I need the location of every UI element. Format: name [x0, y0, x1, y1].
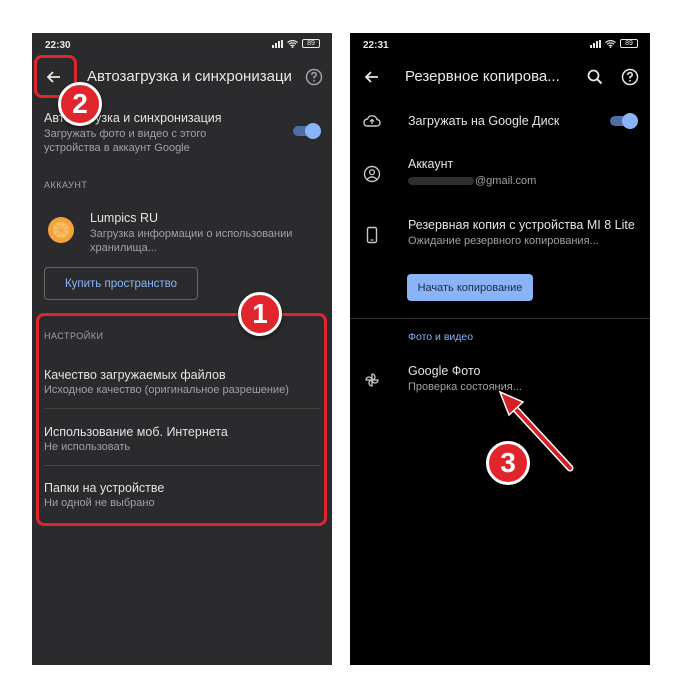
device-backup-status: Ожидание резервного копирования...: [408, 235, 599, 247]
account-storage-line1: Загрузка информации о использовании: [90, 228, 293, 240]
sync-toggle[interactable]: [293, 123, 321, 139]
phone-icon: [362, 225, 382, 245]
divider: [350, 318, 650, 319]
page-title: Резервное копирова...: [405, 68, 560, 85]
battery-indicator: 89: [302, 39, 320, 48]
right-phone-screen: 22:31 89 Резервное копирова... Загружать…: [350, 33, 650, 665]
start-backup-button[interactable]: Начать копирование: [407, 274, 533, 301]
account-circle-icon: [362, 164, 382, 184]
account-email: @gmail.com: [475, 175, 537, 187]
status-bar: 22:31 89: [350, 33, 650, 55]
account-avatar: [48, 217, 74, 243]
buy-storage-button[interactable]: Купить пространство: [44, 267, 198, 300]
drive-upload-toggle[interactable]: [610, 113, 638, 129]
step-badge-2: 2: [58, 82, 102, 126]
status-time: 22:31: [363, 40, 389, 51]
back-arrow-icon[interactable]: [362, 67, 382, 87]
pinwheel-icon: [362, 370, 382, 390]
wifi-icon: [605, 39, 616, 48]
signal-icon: [272, 39, 283, 48]
device-backup-title: Резервная копия с устройства MI 8 Lite: [408, 218, 635, 232]
sync-subtitle-line2: устройства в аккаунт Google: [44, 142, 190, 154]
account-name: Lumpics RU: [90, 211, 159, 225]
search-icon[interactable]: [585, 67, 605, 87]
signal-icon: [590, 39, 601, 48]
page-title: Автозагрузка и синхронизация: [87, 68, 292, 85]
google-photos-title: Google Фото: [408, 364, 481, 378]
battery-indicator: 89: [620, 39, 638, 48]
settings-highlight: [36, 313, 327, 526]
step-badge-3: 3: [486, 441, 530, 485]
google-photos-status: Проверка состояния...: [408, 381, 522, 393]
cloud-upload-icon: [362, 111, 382, 131]
drive-upload-label: Загружать на Google Диск: [408, 114, 560, 128]
photos-section-header: Фото и видео: [408, 331, 474, 343]
help-icon[interactable]: [620, 67, 640, 87]
app-bar: Резервное копирова...: [350, 55, 650, 99]
status-bar: 22:30 89: [32, 33, 332, 55]
email-blur: [408, 177, 474, 185]
status-time: 22:30: [45, 40, 71, 51]
account-title: Аккаунт: [408, 157, 454, 171]
wifi-icon: [287, 39, 298, 48]
step-badge-1: 1: [238, 292, 282, 336]
account-section-header: АККАУНТ: [44, 180, 88, 190]
sync-subtitle-line1: Загружать фото и видео с этого: [44, 128, 207, 140]
help-icon[interactable]: [304, 67, 324, 87]
account-storage-line2: хранилища...: [90, 242, 157, 254]
